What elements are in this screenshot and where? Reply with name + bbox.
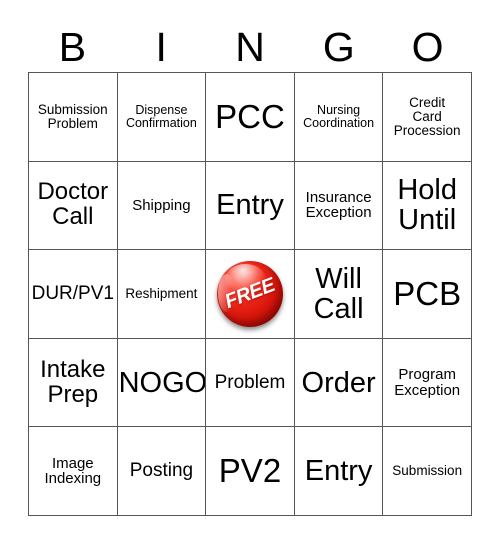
bingo-cell-label: NOGO xyxy=(118,366,207,399)
bingo-cell[interactable]: Doctor Call xyxy=(29,161,118,251)
bingo-cell[interactable]: Insurance Exception xyxy=(294,161,384,251)
bingo-cell-label: PCC xyxy=(215,97,285,135)
bingo-cell-label: Order xyxy=(301,366,376,399)
bingo-cell-label: Dispense Confirmation xyxy=(125,102,197,130)
bingo-cell[interactable]: Posting xyxy=(117,427,207,516)
bingo-cell-label: Credit Card Procession xyxy=(393,94,461,138)
bingo-cell-label: DUR/PV1 xyxy=(31,283,114,305)
bingo-cell[interactable]: Problem xyxy=(206,338,295,428)
bingo-cell-label: Nursing Coordination xyxy=(303,102,375,130)
bingo-cell-label: Insurance Exception xyxy=(305,188,372,222)
bingo-cell-label: Intake Prep xyxy=(40,355,106,408)
bingo-cell[interactable]: Order xyxy=(294,338,384,428)
header-letter-o: O xyxy=(411,24,444,70)
bingo-cell-label: Submission Problem xyxy=(37,101,108,131)
bingo-cell[interactable]: Nursing Coordination xyxy=(294,73,384,162)
bingo-card: B I N G O Submission Problem Dispense Co… xyxy=(0,0,500,544)
bingo-cell[interactable]: NOGO xyxy=(117,338,207,428)
header-letter-g: G xyxy=(322,24,355,70)
free-space-label: FREE xyxy=(221,274,278,313)
bingo-cell-label: Entry xyxy=(216,189,284,222)
bingo-header: B I N G O xyxy=(28,22,472,72)
free-space-badge-icon: FREE xyxy=(216,260,283,327)
bingo-cell-label: Entry xyxy=(304,455,373,488)
bingo-cell[interactable]: Reshipment xyxy=(117,250,207,339)
bingo-cell-label: Shipping xyxy=(132,196,191,214)
bingo-cell-label: PCB xyxy=(393,274,462,312)
bingo-cell-label: Will Call xyxy=(313,262,364,325)
bingo-cell[interactable]: DUR/PV1 xyxy=(29,250,118,339)
bingo-grid: Submission Problem Dispense Confirmation… xyxy=(28,72,472,516)
bingo-cell-label: Image Indexing xyxy=(44,454,102,488)
bingo-cell[interactable]: Image Indexing xyxy=(29,427,118,516)
bingo-cell[interactable]: Dispense Confirmation xyxy=(117,73,207,162)
bingo-cell-label: PV2 xyxy=(218,452,282,490)
bingo-cell[interactable]: Shipping xyxy=(117,161,207,251)
bingo-cell[interactable]: PCB xyxy=(383,250,472,339)
bingo-cell-label: Problem xyxy=(214,371,286,393)
bingo-cell-label: Hold Until xyxy=(397,174,458,237)
bingo-cell-label: Submission xyxy=(392,463,463,479)
bingo-cell-label: Reshipment xyxy=(125,285,198,301)
bingo-cell[interactable]: PCC xyxy=(206,73,295,162)
bingo-cell[interactable]: Credit Card Procession xyxy=(383,73,472,162)
header-letter-i: I xyxy=(155,24,167,70)
header-letter-n: N xyxy=(235,24,265,70)
bingo-cell[interactable]: Will Call xyxy=(294,250,384,339)
bingo-cell[interactable]: Submission xyxy=(383,427,472,516)
bingo-cell[interactable]: Program Exception xyxy=(383,338,472,428)
bingo-cell[interactable]: Entry xyxy=(294,427,384,516)
header-letter-b: B xyxy=(58,24,87,70)
bingo-free-cell[interactable]: FREE xyxy=(206,250,295,339)
bingo-cell[interactable]: Submission Problem xyxy=(29,73,118,162)
bingo-cell[interactable]: Hold Until xyxy=(383,161,472,251)
bingo-cell-label: Posting xyxy=(129,460,194,482)
bingo-cell[interactable]: PV2 xyxy=(206,427,295,516)
bingo-cell[interactable]: Intake Prep xyxy=(29,338,118,428)
bingo-cell-label: Doctor Call xyxy=(37,178,109,231)
bingo-cell[interactable]: Entry xyxy=(206,161,295,251)
bingo-cell-label: Program Exception xyxy=(394,366,461,399)
